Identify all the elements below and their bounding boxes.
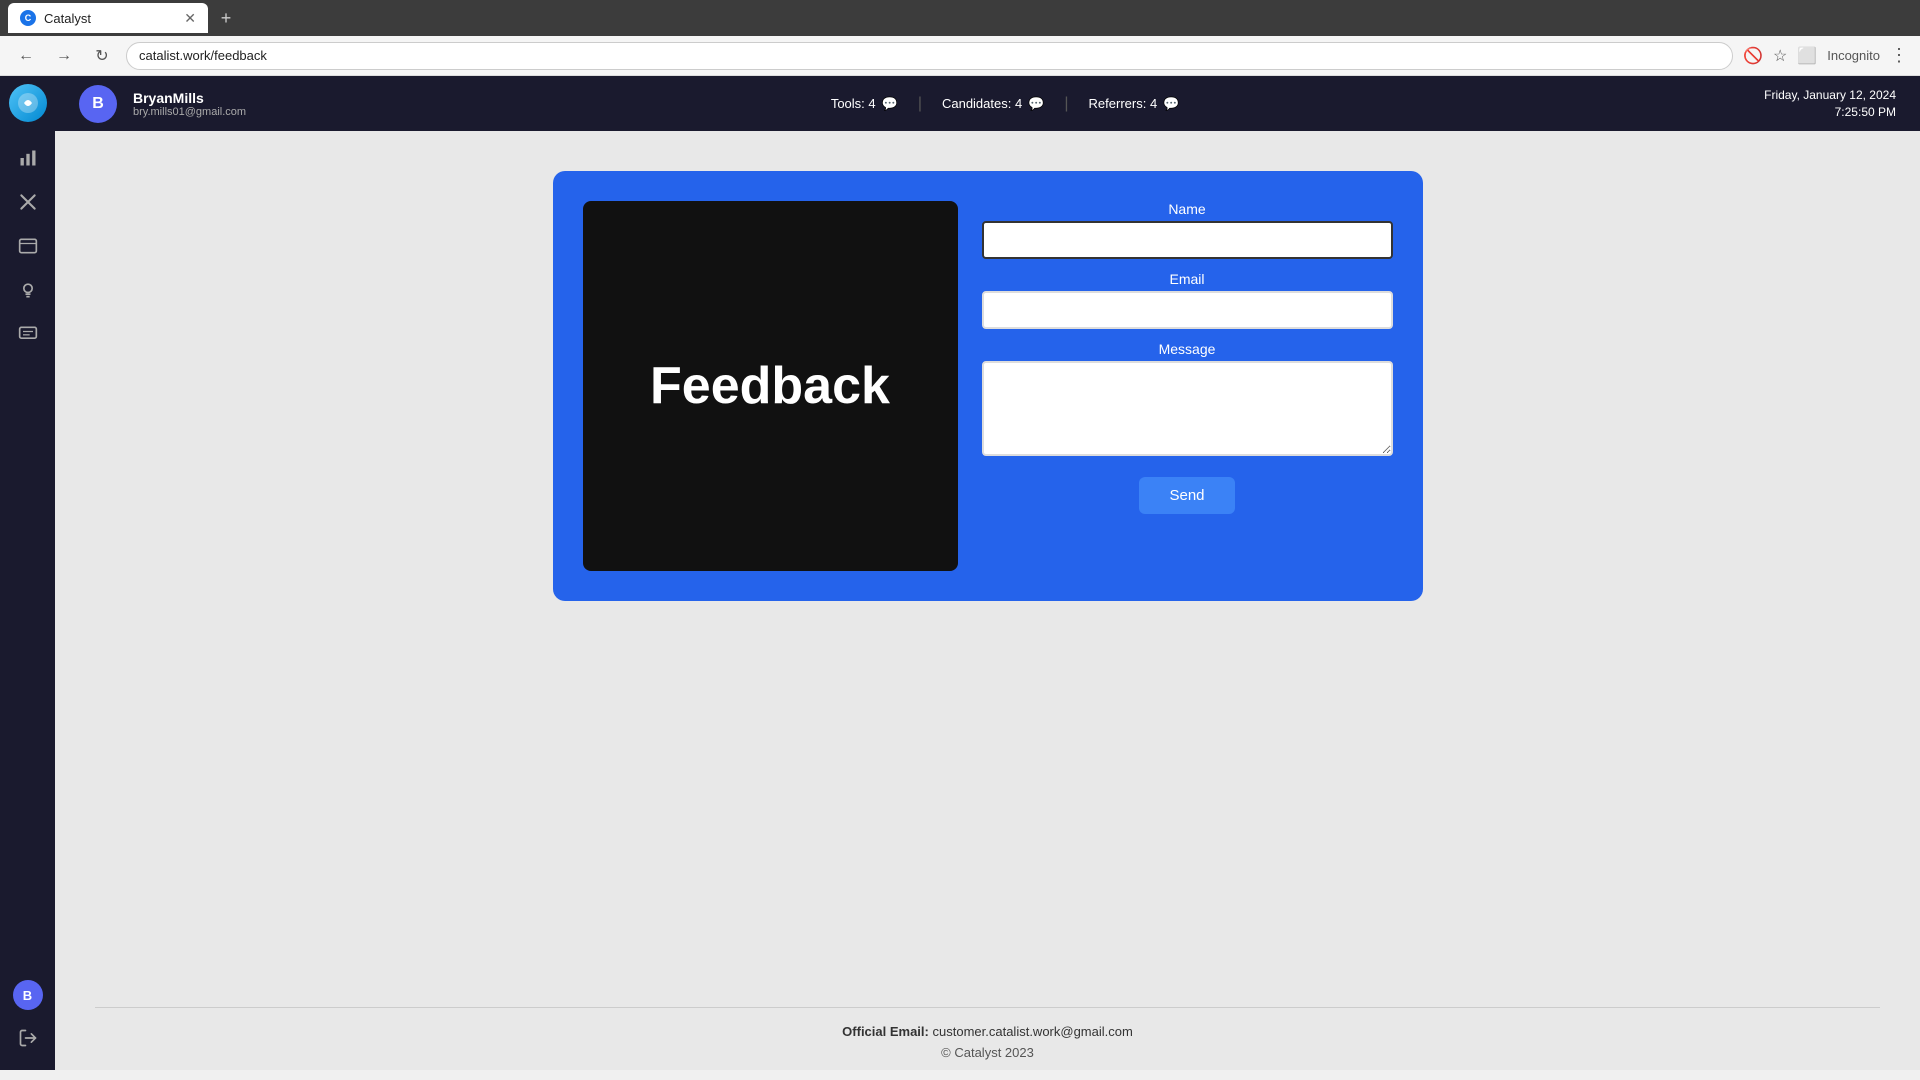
topbar-stats: Tools: 4 💬 | Candidates: 4 💬 | Referrers… [831,95,1180,113]
feedback-left-panel: Feedback [583,201,958,571]
topbar-avatar: B [79,85,117,123]
footer-email-address: customer.catalist.work@gmail.com [933,1024,1133,1039]
email-input[interactable] [982,291,1393,329]
message-label: Message [982,341,1393,357]
tab-bar: C Catalyst ✕ + [0,0,1920,36]
topbar-datetime: Friday, January 12, 2024 7:25:50 PM [1764,87,1896,121]
footer-email-line: Official Email: customer.catalist.work@g… [55,1024,1920,1039]
message-field-group: Message [982,341,1393,461]
forward-button[interactable]: → [50,42,78,70]
ideas-icon [18,280,38,300]
feedback-panel-title: Feedback [650,356,890,416]
footer-divider [95,1007,1880,1008]
sidebar-item-ideas[interactable] [8,270,48,310]
right-panel: B BryanMills bry.mills01@gmail.com Tools… [55,76,1920,1070]
topbar-user-info: BryanMills bry.mills01@gmail.com [133,90,246,118]
sidebar-toggle-icon[interactable]: ⬜ [1797,46,1817,66]
back-button[interactable]: ← [12,42,40,70]
sidebar-logout-button[interactable] [8,1018,48,1058]
messages-icon [18,324,38,344]
tab-close-button[interactable]: ✕ [184,11,196,25]
topbar-date-text: Friday, January 12, 2024 [1764,87,1896,104]
active-tab[interactable]: C Catalyst ✕ [8,3,208,33]
sidebar-item-analytics[interactable] [8,138,48,178]
feedback-card: Feedback Name Email Message [553,171,1423,601]
feedback-form: Name Email Message Send [982,201,1393,571]
topbar-username: BryanMills [133,90,246,106]
topbar-useremail: bry.mills01@gmail.com [133,106,246,118]
browser-controls: ← → ↻ catalist.work/feedback 🚫 ☆ ⬜ Incog… [0,36,1920,76]
message-textarea[interactable] [982,361,1393,456]
dashboard-icon [18,236,38,256]
reload-button[interactable]: ↻ [88,42,116,70]
app-logo[interactable] [9,84,47,122]
name-input[interactable] [982,221,1393,259]
stat-candidates-label: Candidates: 4 [942,96,1022,111]
footer: Official Email: customer.catalist.work@g… [55,977,1920,1070]
eyeoff-icon: 🚫 [1743,46,1763,66]
sidebar-item-tools[interactable] [8,182,48,222]
content-area: Feedback Name Email Message [55,131,1920,977]
logout-icon [18,1028,38,1048]
stat-tools: Tools: 4 💬 [831,95,898,113]
stat-candidates-icon: 💬 [1028,96,1044,112]
topbar-time-text: 7:25:50 PM [1764,104,1896,121]
logo-icon [16,91,40,115]
sidebar-bottom: B [8,980,48,1070]
sidebar-user-avatar[interactable]: B [13,980,43,1010]
sidebar-item-dashboard[interactable] [8,226,48,266]
footer-copyright: © Catalyst 2023 [55,1045,1920,1060]
stat-separator-2: | [1064,95,1068,113]
name-label: Name [982,201,1393,217]
stat-referrers: Referrers: 4 💬 [1089,95,1180,113]
email-field-group: Email [982,271,1393,329]
address-text: catalist.work/feedback [139,48,267,63]
tab-title: Catalyst [44,11,91,26]
stat-separator-1: | [918,95,922,113]
stat-candidates: Candidates: 4 💬 [942,95,1044,113]
new-tab-button[interactable]: + [212,4,240,32]
stat-referrers-label: Referrers: 4 [1089,96,1158,111]
stat-tools-label: Tools: 4 [831,96,876,111]
stat-tools-icon: 💬 [882,96,898,112]
footer-email-label: Official Email: [842,1024,929,1039]
email-label: Email [982,271,1393,287]
incognito-label: Incognito [1827,48,1880,63]
topbar: B BryanMills bry.mills01@gmail.com Tools… [55,76,1920,131]
browser-action-buttons: 🚫 ☆ ⬜ Incognito ⋮ [1743,45,1908,66]
tab-favicon: C [20,10,36,26]
name-field-group: Name [982,201,1393,259]
sidebar: B [0,76,55,1070]
main-content: Feedback Name Email Message [55,131,1920,1070]
address-bar[interactable]: catalist.work/feedback [126,42,1733,70]
menu-icon[interactable]: ⋮ [1890,45,1908,66]
stat-referrers-icon: 💬 [1163,96,1179,112]
bookmark-icon[interactable]: ☆ [1773,46,1787,66]
analytics-icon [18,148,38,168]
tools-icon [18,192,38,212]
send-button[interactable]: Send [1139,477,1234,514]
sidebar-item-messages[interactable] [8,314,48,354]
